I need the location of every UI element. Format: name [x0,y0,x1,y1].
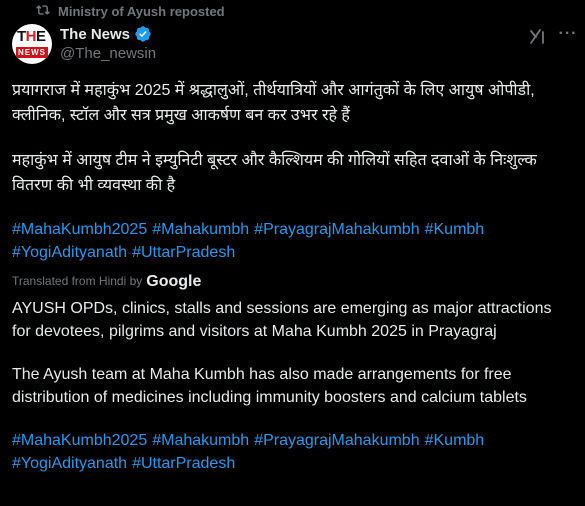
translated-text-paragraph-2: The Ayush team at Maha Kumbh has also ma… [12,366,527,406]
grok-icon[interactable] [528,26,548,46]
repost-icon [36,3,50,20]
hashtag-link[interactable]: #MahaKumbh2025 [12,432,147,449]
repost-label: Ministry of Ayush reposted [58,4,225,19]
more-icon[interactable]: ··· [558,24,578,44]
hashtag-link[interactable]: #MahaKumbh2025 [12,221,147,238]
avatar[interactable]: THE NEWS [12,24,52,64]
hashtag-link[interactable]: #PrayagrajMahakumbh [254,221,419,238]
original-text-paragraph-2: महाकुंभ में आयुष टीम ने इम्युनिटी बूस्टर… [12,152,537,194]
tweet-body: प्रयागराज में महाकुंभ 2025 में श्रद्धालु… [12,78,572,475]
hashtag-link[interactable]: #Mahakumbh [152,221,249,238]
repost-indicator[interactable]: Ministry of Ayush reposted [36,3,225,20]
hashtag-link[interactable]: #Mahakumbh [152,432,249,449]
verified-badge-icon[interactable] [134,25,152,43]
hashtag-link[interactable]: #UttarPradesh [132,455,235,472]
hashtag-link[interactable]: #UttarPradesh [132,244,235,261]
hashtag-link[interactable]: #Kumbh [425,221,485,238]
author-name[interactable]: The News [60,26,130,43]
original-hashtags: #MahaKumbh2025 #Mahakumbh #PrayagrajMahaku… [12,218,572,264]
author-handle[interactable]: @The_newsin [60,45,156,62]
hashtag-link[interactable]: #YogiAdityanath [12,455,127,472]
translation-label: Translated from Hindi by [12,274,143,288]
hashtag-link[interactable]: #Kumbh [425,432,485,449]
translated-hashtags: #MahaKumbh2025 #Mahakumbh #PrayagrajMahaku… [12,429,572,475]
hashtag-link[interactable]: #YogiAdityanath [12,244,127,261]
avatar-logo-banner: NEWS [16,47,48,58]
google-logo: Google [146,273,202,290]
hashtag-link[interactable]: #PrayagrajMahakumbh [254,432,419,449]
translated-text-paragraph-1: AYUSH OPDs, clinics, stalls and sessions… [12,300,552,340]
author-name-row[interactable]: The News [60,25,152,43]
translation-attribution: Translated from Hindi by Google [12,270,572,293]
original-text-paragraph-1: प्रयागराज में महाकुंभ 2025 में श्रद्धालु… [12,82,535,124]
avatar-logo-text: THE [17,28,46,45]
